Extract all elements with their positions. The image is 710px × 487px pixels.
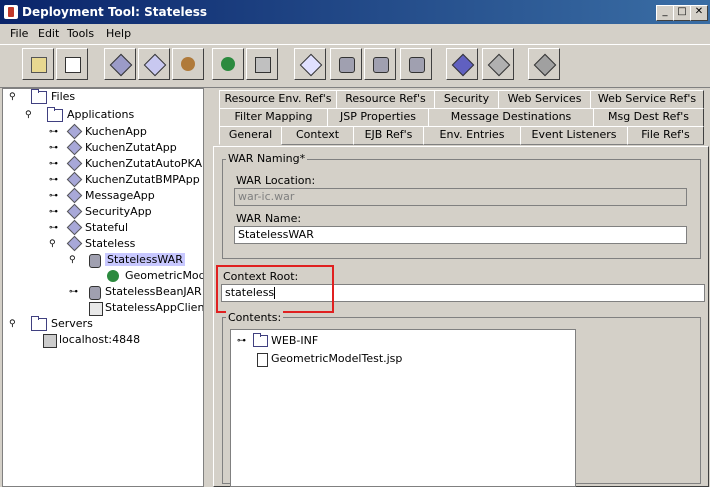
new-bean-icon xyxy=(181,57,195,71)
expand-toggle-icon[interactable]: ⊶ xyxy=(49,143,59,153)
new-application-button[interactable] xyxy=(104,48,136,80)
database-icon xyxy=(339,57,355,73)
highlight-box xyxy=(216,265,334,313)
open-icon xyxy=(31,57,47,73)
application-icon xyxy=(66,155,83,172)
verify-button[interactable] xyxy=(446,48,478,80)
application-icon xyxy=(66,203,83,220)
contents-label: Contents: xyxy=(226,311,284,324)
tab-env-entries[interactable]: Env. Entries xyxy=(423,126,521,145)
expand-toggle-icon[interactable]: ⊶ xyxy=(49,207,59,217)
menu-file[interactable]: File xyxy=(10,27,28,40)
remove-icon xyxy=(533,53,557,77)
expand-toggle-icon[interactable]: ⚲ xyxy=(49,239,59,249)
undeploy-icon xyxy=(487,53,511,77)
minimize-button[interactable]: _ xyxy=(656,5,674,21)
deploy-icon xyxy=(299,53,323,77)
db-server-button[interactable] xyxy=(400,48,432,80)
expand-toggle-icon[interactable]: ⊶ xyxy=(49,159,59,169)
tab-resource-refs[interactable]: Resource Ref's xyxy=(336,90,435,109)
war-name-field[interactable]: StatelessWAR xyxy=(234,226,687,244)
tab-context[interactable]: Context xyxy=(281,126,354,145)
remove-button[interactable] xyxy=(528,48,560,80)
new-application-icon xyxy=(109,53,133,77)
expand-toggle-icon[interactable]: ⚲ xyxy=(25,110,35,120)
new-war-button[interactable] xyxy=(138,48,170,80)
tab-message-destinations[interactable]: Message Destinations xyxy=(428,108,594,127)
tab-filter-mapping[interactable]: Filter Mapping xyxy=(219,108,328,127)
menu-bar: File Edit Tools Help xyxy=(0,24,710,44)
open-button[interactable] xyxy=(22,48,54,80)
close-button[interactable]: ✕ xyxy=(690,5,708,21)
new-bean-button[interactable] xyxy=(172,48,204,80)
expand-toggle-icon[interactable]: ⚲ xyxy=(9,319,19,329)
tab-resource-env-refs[interactable]: Resource Env. Ref's xyxy=(219,90,337,109)
undeploy-button[interactable] xyxy=(482,48,514,80)
tab-general[interactable]: General xyxy=(219,126,282,145)
expand-toggle-icon[interactable]: ⊶ xyxy=(49,191,59,201)
new-web-component-button[interactable] xyxy=(212,48,244,80)
expand-toggle-icon[interactable]: ⊶ xyxy=(49,175,59,185)
tab-ejb-refs[interactable]: EJB Ref's xyxy=(353,126,424,145)
tab-web-services[interactable]: Web Services xyxy=(498,90,591,109)
server-folder-icon xyxy=(31,316,47,331)
toolbar xyxy=(0,44,710,88)
tab-event-listeners[interactable]: Event Listeners xyxy=(520,126,628,145)
war-location-label: WAR Location: xyxy=(236,174,316,187)
maximize-button[interactable]: □ xyxy=(673,5,691,21)
application-icon xyxy=(66,123,83,140)
tab-jsp-properties[interactable]: JSP Properties xyxy=(327,108,429,127)
add-server-button[interactable] xyxy=(330,48,362,80)
globe-icon xyxy=(221,57,235,71)
folder-icon xyxy=(253,333,268,347)
title-bar: Deployment Tool: Stateless _ □ ✕ xyxy=(0,0,710,24)
menu-help[interactable]: Help xyxy=(106,27,131,40)
contents-tree: ⊶ WEB-INF GeometricModelTest.jsp xyxy=(230,329,576,487)
expand-toggle-icon[interactable]: ⊶ xyxy=(69,287,79,297)
menu-edit[interactable]: Edit xyxy=(38,27,59,40)
application-icon xyxy=(66,171,83,188)
save-icon xyxy=(65,57,81,73)
application-icon xyxy=(66,187,83,204)
tab-strip: Resource Env. Ref's Resource Ref's Secur… xyxy=(215,88,705,146)
expand-toggle-icon[interactable]: ⊶ xyxy=(49,127,59,137)
save-button[interactable] xyxy=(56,48,88,80)
folder-icon xyxy=(31,89,47,104)
client-icon xyxy=(89,302,103,316)
server-icon xyxy=(43,334,57,348)
web-component-icon xyxy=(107,270,119,282)
tab-security[interactable]: Security xyxy=(434,90,499,109)
application-icon xyxy=(66,235,83,252)
tab-msg-dest-refs[interactable]: Msg Dest Ref's xyxy=(593,108,704,127)
file-icon xyxy=(257,353,268,367)
jar-icon xyxy=(89,286,101,300)
window-title: Deployment Tool: Stateless xyxy=(22,5,208,19)
java-app-icon xyxy=(4,5,18,19)
general-panel: WAR Naming* WAR Location: war-ic.war WAR… xyxy=(213,146,709,487)
menu-tools[interactable]: Tools xyxy=(67,27,94,40)
new-client-button[interactable] xyxy=(246,48,278,80)
verify-icon xyxy=(451,53,475,77)
new-war-icon xyxy=(143,53,167,77)
application-icon xyxy=(66,139,83,156)
war-location-field: war-ic.war xyxy=(234,188,687,206)
tab-web-service-refs[interactable]: Web Service Ref's xyxy=(590,90,704,109)
war-naming-label: WAR Naming* xyxy=(226,152,308,165)
split-pane-divider[interactable] xyxy=(204,88,212,485)
war-name-label: WAR Name: xyxy=(236,212,302,225)
client-icon xyxy=(255,57,271,73)
folder-icon xyxy=(47,107,63,122)
application-icon xyxy=(66,219,83,236)
expand-toggle-icon[interactable]: ⚲ xyxy=(9,92,19,102)
db-add-button[interactable] xyxy=(364,48,396,80)
tab-file-refs[interactable]: File Ref's xyxy=(627,126,704,145)
database-server-icon xyxy=(409,57,425,73)
deploy-button[interactable] xyxy=(294,48,326,80)
database-add-icon xyxy=(373,57,389,73)
expand-toggle-icon[interactable]: ⊶ xyxy=(49,223,59,233)
expand-toggle-icon[interactable]: ⚲ xyxy=(69,255,79,265)
project-tree: ⚲ Files ⚲ Applications ⊶ KuchenApp ⊶ Kuche… xyxy=(2,88,204,487)
war-icon xyxy=(89,254,101,268)
expand-toggle-icon[interactable]: ⊶ xyxy=(237,336,247,346)
